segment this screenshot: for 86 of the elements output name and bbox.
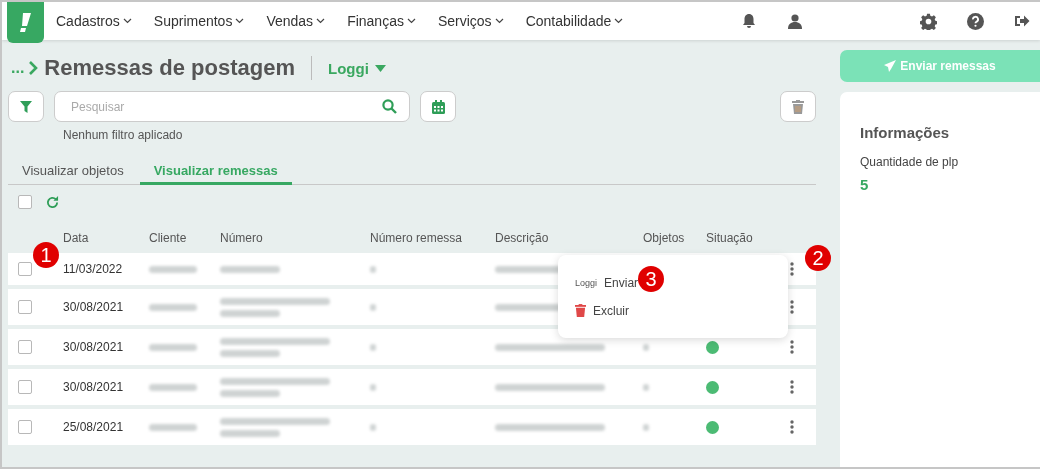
search-field[interactable]: Pesquisar	[54, 91, 410, 122]
column-header: Objetos	[643, 231, 686, 245]
nav-menu[interactable]: Contabilidade	[525, 13, 624, 29]
table-cell-text: 30/08/2021	[63, 300, 125, 314]
chevron-down-icon	[494, 18, 504, 24]
caret-down-icon	[374, 64, 386, 72]
nav-menu[interactable]: Suprimentos	[153, 13, 245, 29]
callout-number: 2	[805, 245, 831, 271]
blurred-text	[370, 423, 376, 431]
blurred-text	[220, 309, 280, 317]
carrier-logo: Loggi	[575, 277, 598, 288]
blurred-text	[220, 265, 280, 273]
chevron-down-icon	[614, 18, 624, 24]
search-icon[interactable]	[382, 99, 397, 114]
column-header: Número remessa	[370, 231, 464, 245]
callout-number: 1	[33, 242, 59, 268]
blurred-text	[220, 429, 280, 437]
blurred-text	[643, 383, 649, 391]
blurred-text	[149, 343, 197, 351]
chevron-right-icon	[28, 60, 39, 76]
column-header: Cliente	[149, 231, 188, 245]
logout-icon[interactable]	[1014, 14, 1030, 28]
nav-menu[interactable]: Finanças	[347, 13, 416, 29]
row-checkbox[interactable]	[18, 420, 32, 434]
help-icon[interactable]	[967, 12, 984, 30]
table-cell-text: 25/08/2021	[63, 420, 125, 434]
blurred-text	[149, 423, 197, 431]
blurred-text	[149, 383, 197, 391]
nav-menu[interactable]: Serviços	[437, 13, 504, 29]
kebab-menu-icon[interactable]	[790, 340, 794, 354]
row-checkbox[interactable]	[18, 300, 32, 314]
blurred-text	[370, 343, 376, 351]
filter-icon	[20, 100, 32, 113]
nav-menu[interactable]: Cadastros	[56, 13, 132, 29]
paper-plane-icon	[884, 60, 897, 72]
menu-item[interactable]: Excluir	[575, 303, 629, 318]
table-row[interactable]: 30/08/2021	[8, 369, 816, 405]
settings-icon[interactable]	[920, 12, 937, 30]
trash-icon	[792, 99, 804, 114]
row-checkbox[interactable]	[18, 380, 32, 394]
table-cell-text: 30/08/2021	[63, 380, 125, 394]
chevron-down-icon	[406, 18, 416, 24]
card-title: Informações	[860, 124, 951, 141]
nav-menu[interactable]: Vendas	[266, 13, 326, 29]
exclamation-logo-icon	[17, 11, 34, 34]
row-checkbox[interactable]	[18, 340, 32, 354]
blurred-text	[643, 343, 649, 351]
blurred-text	[370, 383, 376, 391]
delete-button[interactable]	[780, 91, 816, 122]
filter-status: Nenhum filtro aplicado	[63, 128, 184, 142]
chevron-down-icon	[316, 18, 326, 24]
blurred-text	[370, 265, 376, 273]
table-cell-text: 30/08/2021	[63, 340, 125, 354]
select-all-checkbox[interactable]	[18, 195, 32, 209]
bell-icon[interactable]	[742, 13, 756, 29]
row-checkbox[interactable]	[18, 262, 32, 276]
user-icon[interactable]	[788, 13, 802, 29]
blurred-text	[370, 303, 376, 311]
column-header: Data	[63, 231, 90, 245]
blurred-text	[643, 423, 649, 431]
column-header: Descrição	[495, 231, 550, 245]
table-row[interactable]: 25/08/2021	[8, 409, 816, 445]
kebab-menu-icon[interactable]	[790, 262, 794, 276]
trash-icon	[575, 304, 586, 317]
blurred-text	[149, 265, 197, 273]
app-logo[interactable]	[7, 2, 44, 43]
view-tab[interactable]: Visualizar objetos	[8, 160, 138, 185]
refresh-icon[interactable]	[46, 195, 59, 209]
page-title: Remessas de postagem	[44, 55, 295, 81]
calendar-button[interactable]	[420, 91, 456, 122]
blurred-text	[220, 349, 280, 357]
table-row[interactable]: 30/08/2021	[8, 329, 816, 365]
filter-button[interactable]	[8, 91, 44, 122]
kebab-menu-icon[interactable]	[790, 420, 794, 434]
calendar-icon	[431, 99, 445, 114]
info-label: Quantidade de plp	[860, 155, 960, 169]
chevron-down-icon	[235, 18, 245, 24]
info-value: 5	[860, 176, 870, 193]
column-header: Número	[220, 231, 264, 245]
blurred-text	[220, 389, 280, 397]
blurred-text	[149, 303, 197, 311]
column-header: Situação	[706, 231, 754, 245]
chevron-down-icon	[122, 18, 132, 24]
table-cell-text: 11/03/2022	[63, 262, 124, 276]
kebab-menu-icon[interactable]	[790, 300, 794, 314]
kebab-menu-icon[interactable]	[790, 380, 794, 394]
